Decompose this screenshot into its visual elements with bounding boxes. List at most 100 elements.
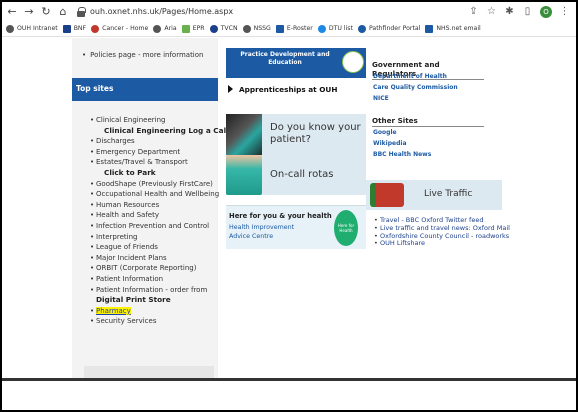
bookmark-item[interactable]: BNF (62, 24, 86, 33)
bookmark-label: E-Roster (286, 25, 313, 32)
top-site-link[interactable]: Major Incident Plans (90, 253, 220, 264)
arrow-right-icon (228, 85, 233, 93)
bookmark-label: Aria (164, 25, 177, 32)
bookmark-favicon-icon (6, 24, 14, 33)
traffic-links-list: Travel - BBC Oxford Twitter feedLive tra… (374, 216, 510, 248)
bookmark-item[interactable]: DTU list (317, 24, 353, 33)
browser-toolbar: ← → ↻ ⌂ ouh.oxnet.nhs.uk/Pages/Home.aspx… (2, 2, 576, 21)
other-sites-heading: Other Sites (372, 116, 484, 127)
menu-kebab-icon[interactable]: ⋮ (559, 6, 570, 17)
home-icon[interactable]: ⌂ (56, 5, 70, 19)
bookmark-item[interactable]: TVCN (209, 24, 238, 33)
top-site-link[interactable]: GoodShape (Previously FirstCare) (90, 179, 220, 190)
right-sidebar-link[interactable]: Care Quality Commission (373, 84, 458, 91)
bookmark-label: DTU list (328, 25, 353, 32)
bookmark-label: TVCN (220, 25, 238, 32)
browser-window: ← → ↻ ⌂ ouh.oxnet.nhs.uk/Pages/Home.aspx… (0, 0, 578, 412)
bookmark-label: Pathfinder Portal (368, 25, 421, 32)
page-bottom-bar (2, 378, 576, 410)
here-for-you-box: Here for you & your health Health Improv… (226, 205, 366, 249)
right-sidebar-link[interactable]: Department of Health (373, 73, 447, 80)
know-your-patient-promo[interactable]: Do you know your patient? (226, 114, 366, 160)
hic-link-line2[interactable]: Advice Centre (229, 233, 273, 240)
bookmark-label: OUH Intranet (17, 25, 58, 32)
bookmarks-bar: OUH Intranet BNF Cancer - Home Aria EPR TVCN N… (2, 21, 576, 37)
top-site-link[interactable]: Pharmacy (90, 306, 220, 317)
bookmark-favicon-icon (91, 24, 100, 33)
bookmark-item[interactable]: E-Roster (275, 24, 313, 33)
bookmark-item[interactable]: OUH Intranet (6, 24, 58, 33)
bookmark-label: EPR (192, 25, 205, 32)
top-site-link[interactable]: Emergency Department (90, 147, 220, 158)
back-arrow-icon[interactable]: ← (5, 5, 19, 19)
right-sidebar-link[interactable]: Google (373, 129, 397, 136)
here-for-health-badge[interactable]: Here for Health (334, 210, 358, 246)
left-bottom-box (84, 366, 214, 378)
top-sites-heading: Top sites (72, 78, 218, 101)
top-sites-list: Clinical EngineeringClinical Engineering… (90, 115, 229, 327)
practice-logo-icon (342, 51, 364, 73)
oncall-text: On-call rotas (270, 169, 334, 180)
bookmark-item[interactable]: NHS.net email (425, 24, 481, 33)
bookmark-label: NHS.net email (436, 25, 481, 32)
bookmark-favicon-icon (62, 24, 71, 33)
oncall-rotas-promo[interactable]: On-call rotas (226, 155, 366, 195)
bookmark-item[interactable]: Pathfinder Portal (357, 24, 421, 33)
top-site-link[interactable]: Interpreting (90, 232, 220, 243)
top-site-link[interactable]: Security Services (90, 316, 220, 327)
right-sidebar-link[interactable]: BBC Health News (373, 151, 431, 158)
pharmacy-link-highlighted[interactable]: Pharmacy (96, 306, 131, 315)
extensions-icon[interactable]: ✱ (504, 6, 515, 17)
live-traffic-banner[interactable]: Live Traffic (366, 180, 502, 210)
profile-avatar[interactable]: O (540, 5, 552, 18)
bookmark-item[interactable]: EPR (181, 24, 205, 33)
top-site-link[interactable]: League of Friends (90, 242, 220, 253)
here-for-you-title: Here for you & your health (229, 212, 332, 220)
top-site-link[interactable]: Patient Information (90, 274, 220, 285)
toolbar-actions: ⇪ ☆ ✱ ▯ O ⋮ (468, 5, 570, 18)
bookmark-item[interactable]: Aria (153, 24, 177, 33)
nurse-image (226, 155, 262, 195)
right-sidebar-link[interactable]: Wikipedia (373, 140, 407, 147)
bookmark-favicon-icon (275, 24, 284, 33)
practice-development-banner[interactable]: Practice Development and Education (226, 48, 366, 78)
top-site-link[interactable]: Human Resources (90, 200, 220, 211)
bookmark-star-icon[interactable]: ☆ (486, 6, 497, 17)
top-site-link[interactable]: Health and Safety (90, 210, 220, 221)
traffic-sign-image (370, 183, 404, 207)
side-panel-icon[interactable]: ▯ (522, 6, 533, 17)
bookmark-favicon-icon (242, 24, 251, 33)
apprenticeships-link[interactable]: Apprenticeships at OUH (228, 85, 337, 94)
bookmark-item[interactable]: NSSG (242, 24, 271, 33)
bookmark-favicon-icon (181, 24, 190, 33)
top-site-link[interactable]: Clinical Engineering (90, 115, 220, 126)
lock-icon[interactable] (76, 5, 86, 19)
practice-banner-text: Practice Development and Education (240, 51, 330, 66)
live-traffic-title: Live Traffic (424, 189, 473, 199)
top-site-link[interactable]: Estates/Travel & Transport (90, 157, 220, 168)
bookmark-favicon-icon (317, 24, 326, 33)
top-site-link[interactable]: Infection Prevention and Control (90, 221, 220, 232)
bookmark-item[interactable]: Cancer - Home (91, 24, 148, 33)
address-bar[interactable]: ouh.oxnet.nhs.uk/Pages/Home.aspx (90, 7, 468, 16)
top-site-link[interactable]: Click to Park (90, 168, 220, 179)
traffic-link[interactable]: OUH Liftshare (374, 240, 510, 248)
top-site-link[interactable]: Discharges (90, 136, 220, 147)
reload-icon[interactable]: ↻ (39, 5, 53, 19)
intranet-page: Policies page - more information Top sit… (2, 38, 576, 378)
bookmark-favicon-icon (357, 24, 366, 33)
forward-arrow-icon[interactable]: → (22, 5, 36, 19)
hic-link-line1[interactable]: Health Improvement (229, 224, 294, 231)
patient-wristband-image (226, 114, 262, 160)
top-site-link[interactable]: Patient Information - order from (90, 285, 220, 296)
right-sidebar-link[interactable]: NICE (373, 95, 389, 102)
top-site-link[interactable]: Digital Print Store (90, 295, 220, 306)
top-site-link[interactable]: Occupational Health and Wellbeing (90, 189, 220, 200)
bookmark-favicon-icon (425, 24, 434, 33)
share-icon[interactable]: ⇪ (468, 6, 479, 17)
bookmark-label: NSSG (253, 25, 271, 32)
top-site-link[interactable]: Clinical Engineering Log a Call (90, 126, 229, 137)
top-site-link[interactable]: ORBIT (Corporate Reporting) (90, 263, 220, 274)
policies-link[interactable]: Policies page - more information (82, 51, 203, 59)
know-patient-text: Do you know your patient? (270, 122, 361, 145)
